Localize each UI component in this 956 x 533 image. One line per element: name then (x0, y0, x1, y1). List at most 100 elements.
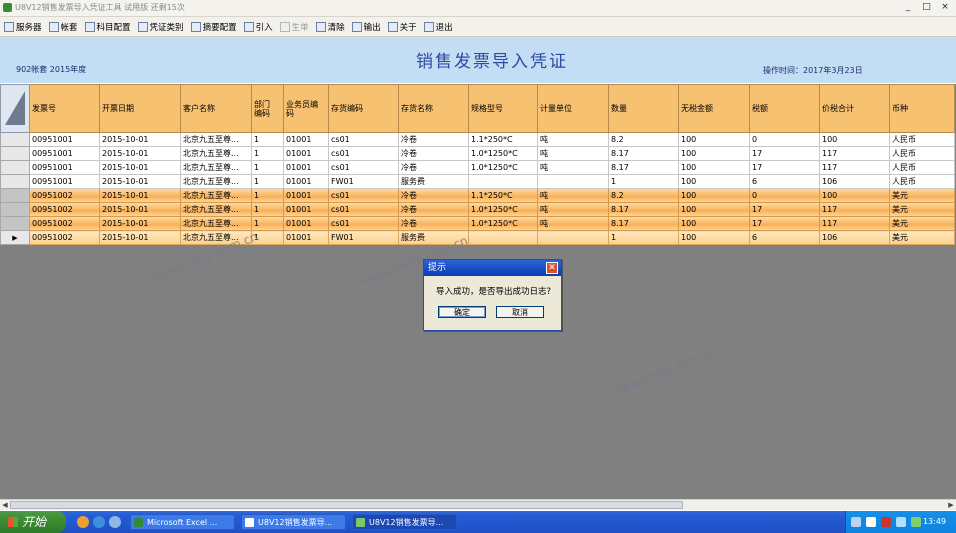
toolbar-button-8[interactable]: 输出 (348, 18, 384, 35)
table-cell[interactable]: 17 (749, 216, 820, 231)
table-cell[interactable]: 冷卷 (398, 160, 469, 175)
table-cell[interactable] (468, 230, 538, 245)
table-cell[interactable]: 2015-10-01 (99, 174, 181, 189)
table-cell[interactable]: 8.17 (608, 146, 679, 161)
table-cell[interactable]: 1 (251, 132, 284, 147)
table-cell[interactable]: cs01 (328, 202, 399, 217)
volume-icon[interactable] (911, 517, 921, 527)
row-header[interactable] (0, 132, 30, 147)
invoice-grid[interactable]: 发票号 开票日期 客户名称 部门 编码 业务员编 码存货编码 存货名称 规格型号 计量单位 数量… (0, 84, 955, 245)
table-cell[interactable]: 吨 (537, 216, 609, 231)
column-header[interactable]: 价税合计 (819, 84, 890, 133)
table-cell[interactable]: 100 (678, 202, 750, 217)
keyboard-icon[interactable] (851, 517, 861, 527)
table-cell[interactable]: 100 (678, 160, 750, 175)
table-cell[interactable]: cs01 (328, 188, 399, 203)
table-cell[interactable]: 美元 (889, 216, 955, 231)
table-cell[interactable]: 01001 (283, 160, 329, 175)
table-cell[interactable]: 01001 (283, 188, 329, 203)
table-row[interactable]: 00951002 2015-10-01 北京九五至尊... 1 01001 cs01 冷卷 1… (0, 202, 955, 217)
close-window-button[interactable]: × (938, 2, 952, 13)
table-cell[interactable]: 北京九五至尊... (180, 202, 252, 217)
table-cell[interactable]: 冷卷 (398, 202, 469, 217)
table-cell[interactable]: 2015-10-01 (99, 160, 181, 175)
table-cell[interactable]: 美元 (889, 188, 955, 203)
table-cell[interactable]: 106 (819, 230, 890, 245)
table-cell[interactable]: 00951002 (29, 230, 100, 245)
table-cell[interactable]: 8.17 (608, 202, 679, 217)
table-cell[interactable]: cs01 (328, 146, 399, 161)
table-cell[interactable]: 2015-10-01 (99, 230, 181, 245)
toolbar-button-0[interactable]: 服务器 (0, 18, 45, 35)
desktop-icon[interactable] (109, 516, 121, 528)
table-row[interactable]: 00951001 2015-10-01 北京九五至尊... 1 01001 cs01 冷卷 1… (0, 132, 955, 147)
table-cell[interactable]: 人民币 (889, 132, 955, 147)
table-cell[interactable]: cs01 (328, 216, 399, 231)
table-cell[interactable]: 1.0*1250*C (468, 202, 538, 217)
table-cell[interactable]: 冷卷 (398, 188, 469, 203)
horizontal-scrollbar[interactable]: ◀ ▶ (0, 499, 956, 510)
column-header[interactable]: 计量单位 (537, 84, 609, 133)
table-cell[interactable]: 北京九五至尊... (180, 216, 252, 231)
table-cell[interactable]: 吨 (537, 146, 609, 161)
table-cell[interactable]: 冷卷 (398, 146, 469, 161)
table-cell[interactable]: FW01 (328, 174, 399, 189)
table-cell[interactable]: 北京九五至尊... (180, 188, 252, 203)
table-cell[interactable]: 17 (749, 146, 820, 161)
grid-corner[interactable] (0, 84, 30, 133)
table-cell[interactable]: 1.0*1250*C (468, 160, 538, 175)
table-cell[interactable]: 1 (251, 202, 284, 217)
toolbar-button-5[interactable]: 引入 (240, 18, 276, 35)
table-cell[interactable]: 2015-10-01 (99, 216, 181, 231)
table-cell[interactable]: 1.1*250*C (468, 188, 538, 203)
maximize-button[interactable]: □ (919, 2, 933, 13)
table-cell[interactable]: 北京九五至尊... (180, 146, 252, 161)
help-icon[interactable] (866, 517, 876, 527)
table-cell[interactable]: 冷卷 (398, 216, 469, 231)
table-cell[interactable]: 0 (749, 132, 820, 147)
table-cell[interactable]: 1 (251, 188, 284, 203)
column-header[interactable]: 开票日期 (99, 84, 181, 133)
table-cell[interactable]: 01001 (283, 146, 329, 161)
table-cell[interactable]: 00951002 (29, 188, 100, 203)
cancel-button[interactable]: 取消 (496, 306, 544, 318)
ok-button[interactable]: 确定 (438, 306, 486, 318)
column-header[interactable]: 存货名称 (398, 84, 469, 133)
table-cell[interactable]: 00951002 (29, 216, 100, 231)
toolbar-button-1[interactable]: 帐套 (45, 18, 81, 35)
table-cell[interactable]: 117 (819, 160, 890, 175)
table-cell[interactable]: 美元 (889, 202, 955, 217)
row-header[interactable] (0, 174, 30, 189)
table-cell[interactable]: 吨 (537, 202, 609, 217)
column-header[interactable]: 数量 (608, 84, 679, 133)
table-cell[interactable]: 00951001 (29, 160, 100, 175)
table-cell[interactable]: 1.0*1250*C (468, 146, 538, 161)
table-cell[interactable]: 1.0*1250*C (468, 216, 538, 231)
table-cell[interactable]: 冷卷 (398, 132, 469, 147)
table-cell[interactable]: 8.2 (608, 132, 679, 147)
scrollbar-thumb[interactable] (10, 501, 683, 509)
toolbar-button-4[interactable]: 摘要配置 (187, 18, 240, 35)
table-cell[interactable]: 8.17 (608, 160, 679, 175)
table-cell[interactable]: 100 (678, 216, 750, 231)
taskbar-window[interactable]: U8V12销售发票导... (241, 514, 346, 530)
taskbar-app[interactable]: U8V12销售发票导... (352, 514, 457, 530)
table-cell[interactable]: 1.1*250*C (468, 132, 538, 147)
table-cell[interactable]: 吨 (537, 160, 609, 175)
table-cell[interactable]: 1 (608, 174, 679, 189)
ie-icon[interactable] (93, 516, 105, 528)
table-cell[interactable]: 人民币 (889, 146, 955, 161)
start-button[interactable]: 开始 (0, 511, 66, 533)
table-cell[interactable]: 01001 (283, 202, 329, 217)
table-cell[interactable]: 北京九五至尊... (180, 174, 252, 189)
table-row[interactable]: 00951001 2015-10-01 北京九五至尊... 1 01001 FW01 服务费… (0, 174, 955, 189)
table-cell[interactable]: 00951001 (29, 146, 100, 161)
table-cell[interactable]: 美元 (889, 230, 955, 245)
table-cell[interactable]: 00951002 (29, 202, 100, 217)
table-cell[interactable]: 2015-10-01 (99, 132, 181, 147)
table-cell[interactable]: 117 (819, 146, 890, 161)
table-cell[interactable] (537, 174, 609, 189)
column-header[interactable]: 币种 (889, 84, 955, 133)
toolbar-button-3[interactable]: 凭证类别 (134, 18, 187, 35)
column-header[interactable]: 业务员编 码 (283, 84, 329, 133)
